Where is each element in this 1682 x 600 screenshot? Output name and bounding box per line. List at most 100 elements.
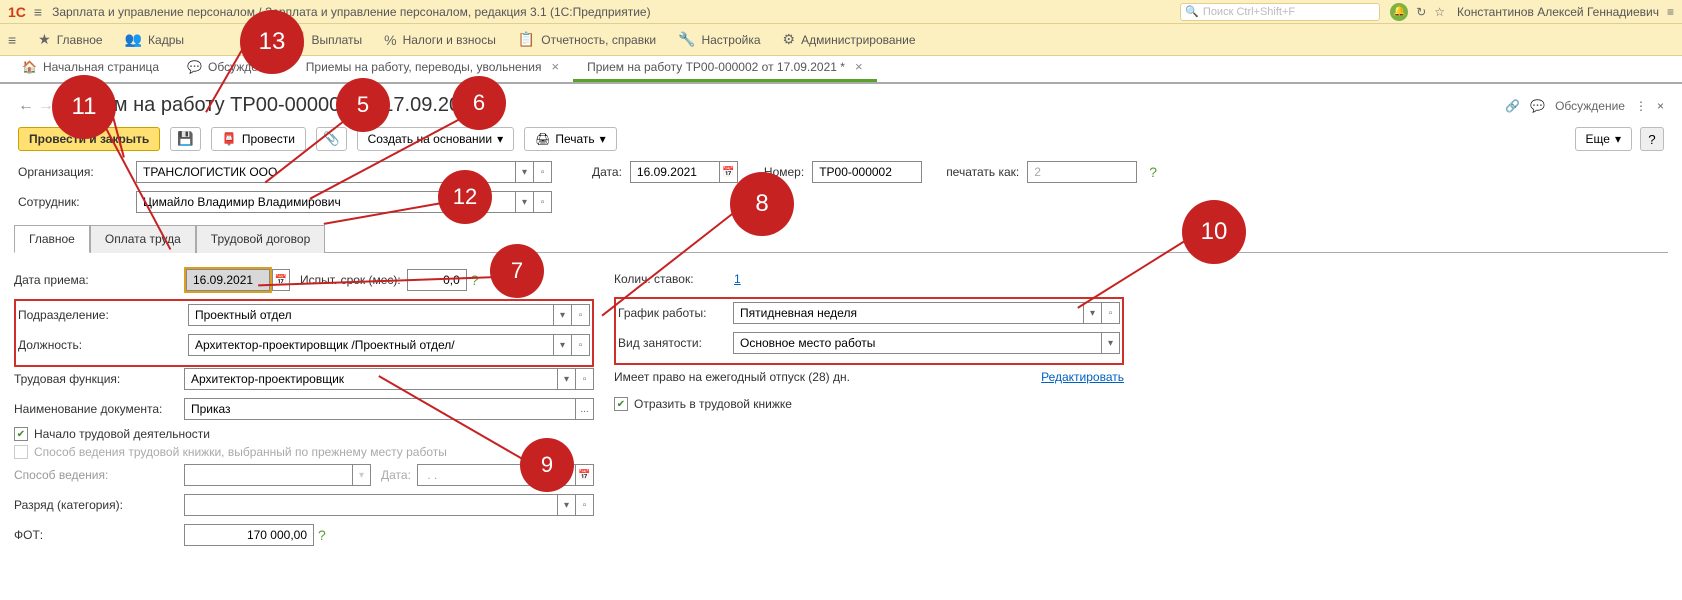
tab-priemy[interactable]: Приемы на работу, переводы, увольнения× [292,54,573,82]
open-button[interactable]: ▫ [534,191,552,213]
menu-icon[interactable]: ≡ [1667,5,1674,19]
menu-burger[interactable]: ≡ [8,32,16,48]
dropdown-button[interactable]: ▾ [554,304,572,326]
more-button[interactable]: Еще ▾ [1575,127,1632,151]
title-icons: 🔔 ↻ ☆ Константинов Алексей Геннадиевич ≡ [1390,3,1674,21]
hire-date-input[interactable] [186,269,270,291]
menu-nastroika[interactable]: 🔧Настройка [678,31,761,48]
workbook-checkbox[interactable]: ✔ [614,397,628,411]
org-row: Организация: ▾ ▫ Дата: 📅 Номер: печатать… [0,157,1682,187]
print-button[interactable]: 🖨Печать ▾ [524,127,617,151]
method-input [184,464,353,486]
dept-position-group: Подразделение: ▾▫ Должность: ▾▫ [14,299,594,367]
prev-method-checkbox [14,445,28,459]
schedule-label: График работы: [618,306,733,320]
dropdown-button[interactable]: ▾ [554,334,572,356]
fot-input[interactable] [184,524,314,546]
position-input[interactable] [188,334,554,356]
chevron-down-icon: ▾ [497,132,503,146]
tab-dogovor[interactable]: Трудовой договор [196,225,325,253]
employee-row: Сотрудник: ▾ ▫ [0,187,1682,217]
calendar-icon[interactable]: 📅 [272,269,290,291]
emptype-label: Вид занятости: [618,336,733,350]
emptype-input[interactable] [733,332,1102,354]
marker-13: 13 [240,10,304,74]
marker-9: 9 [520,438,574,492]
open-button[interactable]: ▫ [576,368,594,390]
marker-12: 12 [438,170,492,224]
stavok-label: Колич. ставок: [614,272,734,286]
number-input[interactable] [812,161,922,183]
menu-main[interactable]: ★Главное [38,31,102,48]
discuss-icon[interactable]: 💬 [1530,99,1545,113]
dropdown-button: ▾ [353,464,371,486]
menu-otchet[interactable]: 📋Отчетность, справки [518,31,656,48]
hint-icon[interactable]: ? [1149,164,1157,180]
bell-icon[interactable]: 🔔 [1390,3,1408,21]
discuss-label[interactable]: Обсуждение [1555,99,1625,113]
calendar-icon: 📅 [576,464,594,486]
save-icon-button[interactable]: 💾 [170,127,201,151]
link-icon[interactable]: 🔗 [1505,99,1520,113]
vacation-text: Имеет право на ежегодный отпуск (28) дн. [614,370,850,384]
hint-icon[interactable]: ? [318,527,326,543]
dept-label: Подразделение: [18,308,188,322]
kebab-icon[interactable]: ⋮ [1635,99,1647,113]
rank-input[interactable] [184,494,558,516]
app-title: Зарплата и управление персоналом / Зарпл… [52,5,1180,19]
printer-icon: 🖨 [535,132,550,146]
menu-nalogi[interactable]: %Налоги и взносы [384,32,496,48]
hamburger-icon[interactable]: ≡ [34,4,42,20]
date-input[interactable] [630,161,720,183]
user-name[interactable]: Константинов Алексей Геннадиевич [1457,5,1659,19]
prev-method-label: Способ ведения трудовой книжки, выбранны… [34,445,447,459]
provesti-button[interactable]: 📮Провести [211,127,306,151]
printas-input[interactable] [1027,161,1137,183]
rank-label: Разряд (категория): [14,498,184,512]
search-input[interactable]: 🔍 Поиск Ctrl+Shift+F [1180,3,1380,21]
dropdown-button[interactable]: ▾ [1084,302,1102,324]
fot-label: ФОТ: [14,528,184,542]
schedule-input[interactable] [733,302,1084,324]
position-label: Должность: [18,338,188,352]
dropdown-button[interactable]: ▾ [558,368,576,390]
ellipsis-button[interactable]: ... [576,398,594,420]
menu-kadry[interactable]: 👥Кадры [125,31,184,48]
dropdown-button[interactable]: ▾ [516,161,534,183]
calendar-icon[interactable]: 📅 [720,161,738,183]
dept-input[interactable] [188,304,554,326]
open-button[interactable]: ▫ [1102,302,1120,324]
help-button[interactable]: ? [1640,127,1664,151]
tab-glavnoe[interactable]: Главное [14,225,90,253]
marker-6: 6 [452,76,506,130]
dropdown-button[interactable]: ▾ [1102,332,1120,354]
close-page-icon[interactable]: × [1657,99,1664,113]
start-work-checkbox[interactable]: ✔ [14,427,28,441]
chat-icon: 💬 [187,60,202,74]
back-icon[interactable]: ← [18,97,34,115]
func-input[interactable] [184,368,558,390]
page-header: ←→ Прием на работу ТР00-000002 от 17.09.… [0,84,1682,121]
open-button[interactable]: ▫ [576,494,594,516]
marker-10: 10 [1182,200,1246,264]
dropdown-button[interactable]: ▾ [558,494,576,516]
post-icon: 📮 [222,132,237,146]
dropdown-button[interactable]: ▾ [516,191,534,213]
close-icon[interactable]: × [855,59,863,74]
open-button[interactable]: ▫ [572,304,590,326]
stavok-link[interactable]: 1 [734,272,741,286]
edit-link[interactable]: Редактировать [1041,370,1124,384]
search-icon: 🔍 [1185,5,1199,18]
star-icon[interactable]: ☆ [1434,5,1445,19]
hint-icon[interactable]: ? [471,272,479,288]
docname-input[interactable] [184,398,576,420]
open-button[interactable]: ▫ [534,161,552,183]
page-title: Прием на работу ТР00-000002 от 17.09.202… [66,94,1505,117]
tab-priem-doc[interactable]: Прием на работу ТР00-000002 от 17.09.202… [573,54,876,82]
history-icon[interactable]: ↻ [1416,5,1426,19]
close-icon[interactable]: × [552,59,560,74]
tab-oplata[interactable]: Оплата труда [90,225,196,253]
menu-admin[interactable]: ⚙Администрирование [783,31,916,48]
logo-1c: 1C [8,4,26,20]
open-button[interactable]: ▫ [572,334,590,356]
